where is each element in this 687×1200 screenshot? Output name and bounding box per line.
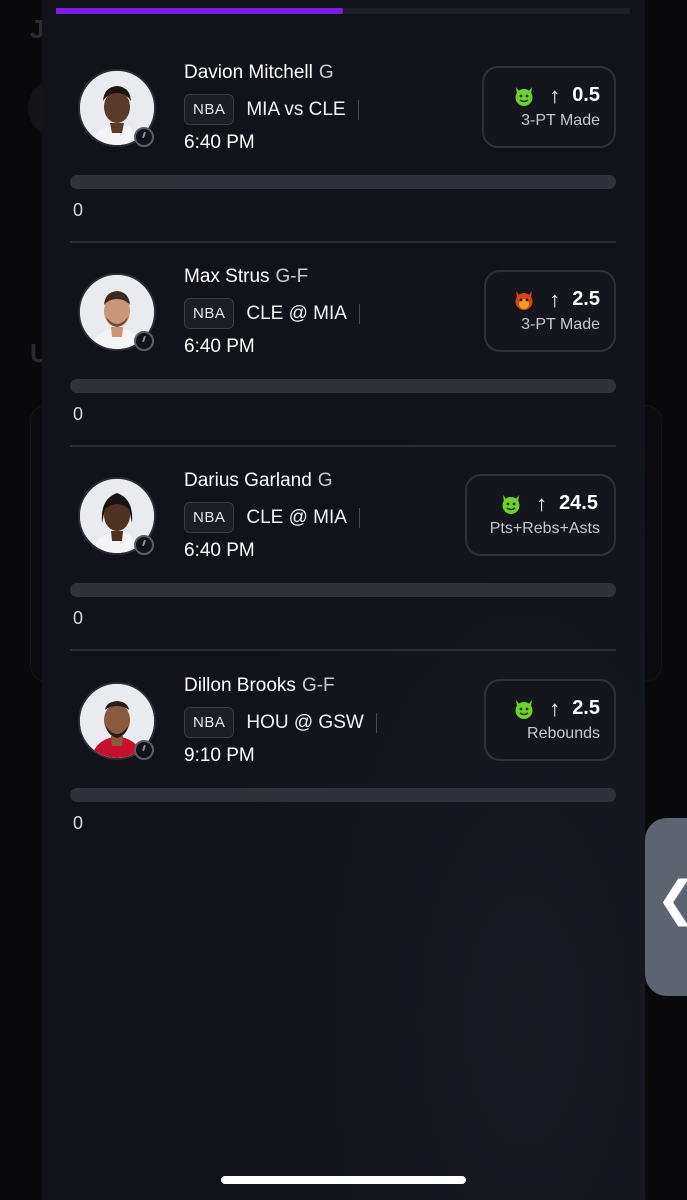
green-devil-icon <box>515 86 533 106</box>
player-name: Darius Garland <box>184 470 312 491</box>
projection-card[interactable]: ↑ 2.5 Rebounds <box>484 679 616 761</box>
league-badge: NBA <box>184 94 235 125</box>
clock-icon <box>134 740 154 760</box>
divider <box>357 99 359 120</box>
projection-stat: 3-PT Made <box>521 112 600 129</box>
green-devil-icon <box>515 699 533 719</box>
matchup-text: MIA vs CLE <box>246 98 346 120</box>
sheet-progress-bar <box>56 8 630 14</box>
league-badge: NBA <box>184 502 235 533</box>
stat-progress-bar <box>70 175 616 189</box>
projection-stat: Rebounds <box>527 725 600 742</box>
game-time: 6:40 PM <box>184 540 255 561</box>
pick-card[interactable]: Davion Mitchell G NBA MIA vs CLE 6:40 PM … <box>70 60 616 265</box>
divider <box>358 507 360 528</box>
projection-line: 24.5 <box>559 492 598 514</box>
stat-progress-bar <box>70 379 616 393</box>
stat-progress-bar <box>70 583 616 597</box>
projection-card[interactable]: ↑ 2.5 3-PT Made <box>484 270 616 352</box>
pick-card[interactable]: Darius Garland G NBA CLE @ MIA 6:40 PM ↑ … <box>70 468 616 673</box>
stat-progress-value: 0 <box>73 813 84 833</box>
game-time: 9:10 PM <box>184 745 255 766</box>
player-position: G-F <box>275 266 309 287</box>
arrow-up-icon: ↑ <box>549 82 561 108</box>
stat-progress-bar <box>70 788 616 802</box>
picks-sheet: Davion Mitchell G NBA MIA vs CLE 6:40 PM … <box>42 0 645 1200</box>
matchup-text: HOU @ GSW <box>246 711 364 733</box>
collapse-side-tab[interactable]: ❮ <box>645 818 687 996</box>
arrow-up-icon: ↑ <box>549 695 561 721</box>
projection-line: 0.5 <box>572 84 600 106</box>
card-divider <box>70 649 616 651</box>
clock-icon <box>134 127 154 147</box>
card-divider <box>70 241 616 243</box>
divider <box>358 303 360 324</box>
card-divider <box>70 445 616 447</box>
clock-icon <box>134 535 154 555</box>
chevron-left-icon: ❮ <box>656 876 687 924</box>
projection-card[interactable]: ↑ 0.5 3-PT Made <box>482 66 616 148</box>
sheet-progress-fill <box>56 8 343 14</box>
player-name: Davion Mitchell <box>184 62 313 83</box>
player-name: Max Strus <box>184 266 270 287</box>
league-badge: NBA <box>184 298 235 329</box>
divider <box>375 712 377 733</box>
arrow-up-icon: ↑ <box>549 286 561 312</box>
green-devil-icon <box>502 494 520 514</box>
player-position: G <box>317 470 333 491</box>
player-name: Dillon Brooks <box>184 675 296 696</box>
game-time: 6:40 PM <box>184 132 255 153</box>
projection-stat: 3-PT Made <box>521 316 600 333</box>
stat-progress-value: 0 <box>73 608 84 628</box>
red-devil-icon <box>515 290 533 310</box>
arrow-up-icon: ↑ <box>536 490 548 516</box>
pick-card[interactable]: Dillon Brooks G-F NBA HOU @ GSW 9:10 PM ↑… <box>70 673 616 878</box>
stat-progress-value: 0 <box>73 200 84 220</box>
pick-card[interactable]: Max Strus G-F NBA CLE @ MIA 6:40 PM ↑ 2.5… <box>70 264 616 469</box>
projection-line: 2.5 <box>572 288 600 310</box>
projection-stat: Pts+Rebs+Asts <box>489 520 600 537</box>
player-position: G <box>318 62 334 83</box>
game-time: 6:40 PM <box>184 336 255 357</box>
stat-progress-value: 0 <box>73 404 84 424</box>
league-badge: NBA <box>184 707 235 738</box>
projection-line: 2.5 <box>572 697 600 719</box>
matchup-text: CLE @ MIA <box>246 506 347 528</box>
home-indicator[interactable] <box>221 1176 466 1184</box>
matchup-text: CLE @ MIA <box>246 302 347 324</box>
clock-icon <box>134 331 154 351</box>
player-position: G-F <box>301 675 335 696</box>
projection-card[interactable]: ↑ 24.5 Pts+Rebs+Asts <box>465 474 616 556</box>
